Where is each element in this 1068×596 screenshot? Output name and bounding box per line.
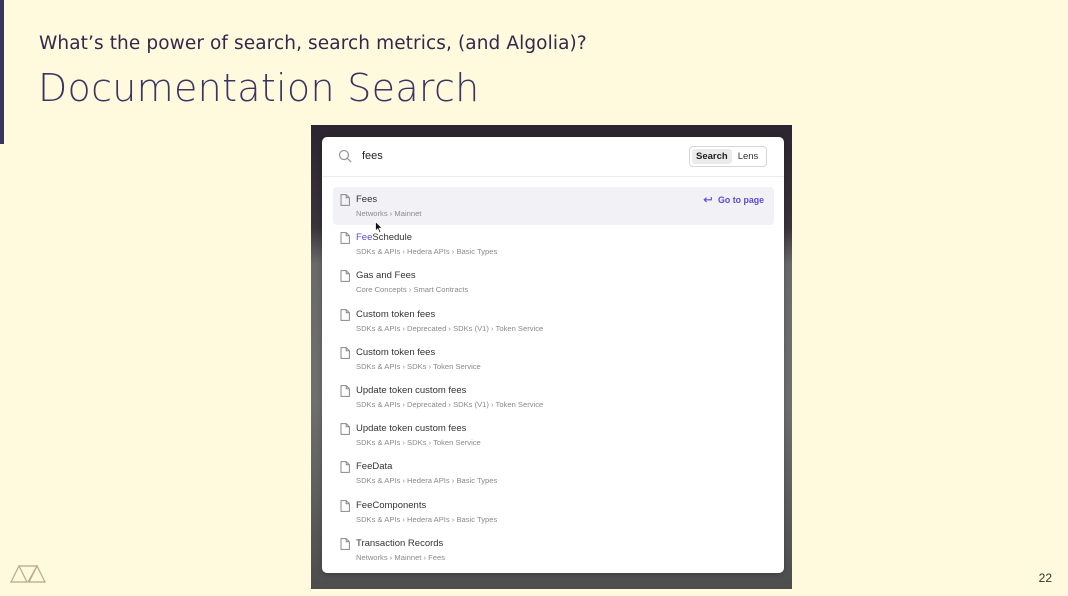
document-icon — [340, 499, 350, 512]
result-path: SDKs & APIs › Hedera APIs › Basic Types — [356, 247, 498, 257]
document-icon — [340, 308, 350, 321]
result-path: SDKs & APIs › SDKs › Token Service — [356, 361, 481, 371]
search-modal: fees Search Lens Fees Networks › Mainnet… — [322, 137, 784, 573]
embedded-screenshot: fees Search Lens Fees Networks › Mainnet… — [311, 125, 792, 589]
left-accent-bar — [0, 0, 4, 144]
search-bar[interactable]: fees Search Lens — [322, 137, 784, 177]
result-title: FeeComponents — [356, 499, 427, 511]
result-path: Core Concepts › Smart Contracts — [356, 285, 469, 295]
result-path: SDKs & APIs › Deprecated › SDKs (V1) › T… — [356, 323, 544, 333]
mouse-cursor-icon — [375, 221, 383, 234]
result-item[interactable]: Update token custom fees SDKs & APIs › S… — [333, 416, 774, 454]
result-item[interactable]: Custom token fees SDKs & APIs › Deprecat… — [333, 302, 774, 340]
document-icon — [340, 194, 350, 206]
search-mode-button[interactable]: Search — [692, 149, 732, 164]
result-title: FeeData — [356, 461, 393, 473]
result-path: Networks › Mainnet › Fees — [356, 552, 446, 562]
document-icon — [340, 270, 350, 283]
result-item[interactable]: FeeComponents SDKs & APIs › Hedera APIs … — [333, 493, 774, 531]
slide-subtitle: What’s the power of search, search metri… — [39, 33, 587, 54]
result-item[interactable]: Update token custom fees SDKs & APIs › D… — [333, 378, 774, 416]
result-title: Update token custom fees — [356, 384, 467, 396]
result-path: SDKs & APIs › SDKs › Token Service — [356, 438, 481, 448]
return-arrow-icon — [703, 197, 712, 203]
result-title: Fees — [356, 194, 378, 205]
result-path: SDKs & APIs › Hedera APIs › Basic Types — [356, 476, 498, 486]
result-item[interactable]: FeeData SDKs & APIs › Hedera APIs › Basi… — [333, 454, 774, 492]
result-path: SDKs & APIs › Hedera APIs › Basic Types — [356, 514, 498, 524]
document-icon — [340, 385, 350, 397]
document-icon — [340, 346, 350, 359]
result-item[interactable]: Gas and Fees Core Concepts › Smart Contr… — [333, 263, 774, 301]
result-title: Gas and Fees — [356, 270, 416, 282]
page-number: 22 — [1038, 571, 1052, 585]
result-item[interactable]: Transaction Records Networks › Mainnet ›… — [333, 531, 774, 569]
document-icon — [340, 423, 350, 436]
document-icon — [340, 461, 350, 474]
result-item[interactable]: Fees Networks › Mainnet Go to page — [333, 187, 774, 226]
result-title: Update token custom fees — [356, 423, 467, 435]
result-title: Custom token fees — [356, 308, 436, 320]
result-path: SDKs & APIs › Deprecated › SDKs (V1) › T… — [356, 399, 544, 409]
go-to-page-button[interactable]: Go to page — [703, 195, 764, 205]
results-list: Fees Networks › Mainnet Go to page FeeSc… — [333, 187, 774, 569]
slide-title: Documentation Search — [38, 66, 480, 110]
document-icon — [340, 232, 350, 245]
result-path: Networks › Mainnet — [356, 209, 422, 218]
result-title: Custom token fees — [356, 346, 436, 358]
result-title: FeeSchedule — [356, 232, 412, 243]
result-title: Transaction Records — [356, 537, 444, 549]
mode-toggle: Search Lens — [689, 146, 767, 167]
lens-mode-button[interactable]: Lens — [734, 149, 763, 164]
go-to-page-label: Go to page — [718, 195, 764, 205]
result-title-highlight: Fee — [356, 232, 373, 244]
result-item[interactable]: FeeSchedule SDKs & APIs › Hedera APIs › … — [333, 225, 774, 263]
triangles-logo-icon — [10, 564, 46, 583]
search-icon — [338, 149, 352, 163]
search-input[interactable]: fees — [362, 150, 383, 162]
document-icon — [340, 537, 350, 550]
result-item[interactable]: Custom token fees SDKs & APIs › SDKs › T… — [333, 340, 774, 378]
